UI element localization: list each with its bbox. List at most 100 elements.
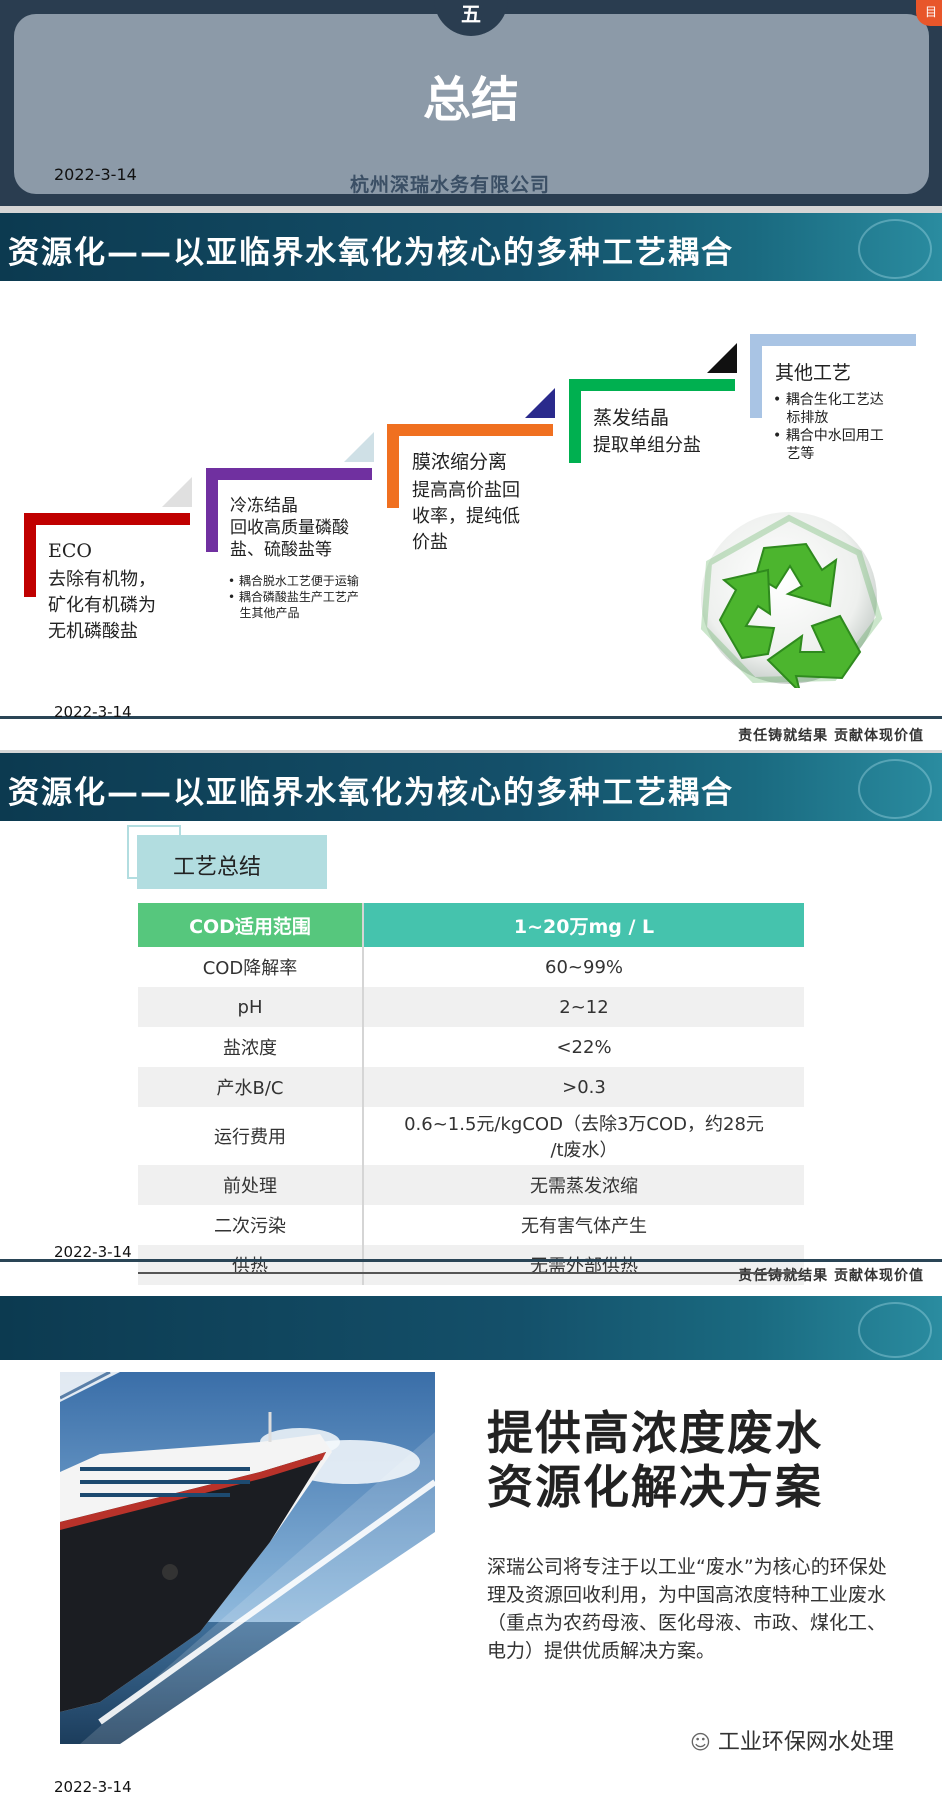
- step-text-line: 矿化有机磷为: [48, 595, 156, 616]
- step-triangle-icon: [707, 343, 737, 373]
- footer-slogan: 责任铸就结果 贡献体现价值: [738, 1268, 924, 1284]
- step-text-line: 收率，提纯低: [412, 506, 520, 527]
- slide-date: 2022-3-14: [54, 1243, 132, 1261]
- table-cell: 0.6~1.5元/kgCOD（去除3万COD，约28元/t废水）: [363, 1107, 804, 1165]
- table-cell: 2~12: [363, 987, 804, 1027]
- wechat-icon: ☺: [690, 1730, 711, 1754]
- summary-table: COD适用范围 1~20万mg / L COD降解率 60~99% pH 2~1…: [138, 903, 804, 1285]
- table-bottom-border: [138, 1272, 804, 1274]
- step-membrane-title: 膜浓缩分离: [412, 451, 508, 473]
- step-bar: [206, 468, 372, 480]
- table-row: 运行费用 0.6~1.5元/kgCOD（去除3万COD，约28元/t废水）: [138, 1107, 804, 1165]
- slide-date: 2022-3-14: [54, 165, 137, 184]
- step-freeze-bullets: • 耦合脱水工艺便于运输 • 耦合磷酸盐生产工艺产 生其他产品: [228, 574, 359, 620]
- section-number: 五: [461, 2, 481, 26]
- slide-title: 总结: [422, 72, 519, 128]
- step-text-line: 提取单组分盐: [593, 435, 701, 456]
- step-freeze-title: 冷冻结晶: [230, 496, 298, 516]
- bullet-item: 生其他产品: [239, 606, 300, 620]
- step-bar: [24, 513, 190, 525]
- table-cell: 无有害气体产生: [521, 1216, 647, 1237]
- bullet-item: 耦合磷酸盐生产工艺产: [238, 590, 359, 604]
- table-header-cell: COD适用范围: [138, 903, 364, 947]
- step-bar-vertical: [750, 334, 762, 418]
- step-text-line: 回收高质量磷酸: [230, 518, 349, 538]
- solution-title-line: 提供高浓度废水: [487, 1406, 823, 1460]
- slide-header-title: 资源化——以亚临界水氧化为核心的多种工艺耦合: [8, 775, 734, 811]
- table-row: 供热 无需外部供热: [138, 1245, 804, 1285]
- table-cell-line: /t废水）: [550, 1140, 618, 1161]
- slide-header: [0, 1296, 942, 1360]
- bullet-item: 艺等: [786, 446, 815, 462]
- slide-process-coupling: 资源化——以亚临界水氧化为核心的多种工艺耦合 ECO 去除有机物， 矿化有机磷为…: [0, 213, 942, 750]
- footer-line: [0, 1259, 942, 1262]
- step-text-line: 提高高价盐回: [412, 480, 520, 501]
- table-cell-line: 0.6~1.5元/kgCOD（去除3万COD，约28元: [404, 1114, 764, 1135]
- table-cell: COD降解率: [138, 947, 364, 987]
- table-row: 二次污染 无有害气体产生: [138, 1205, 804, 1245]
- step-bar: [569, 379, 735, 391]
- step-bar-vertical: [387, 424, 399, 508]
- step-bar-vertical: [569, 379, 581, 463]
- table-cell: 盐浓度: [138, 1027, 364, 1067]
- slide-date: 2022-3-14: [54, 703, 132, 721]
- header-decoration: [858, 759, 932, 819]
- table-cell: 前处理: [138, 1165, 364, 1205]
- slide-header-title: 资源化——以亚临界水氧化为核心的多种工艺耦合: [8, 235, 734, 271]
- step-text-line: 无机磷酸盐: [48, 621, 138, 642]
- slide-separator: [0, 206, 942, 213]
- step-other-bullets: • 耦合生化工艺达 标排放 • 耦合中水回用工 艺等: [773, 392, 884, 462]
- table-row: 盐浓度 <22%: [138, 1027, 804, 1067]
- watermark-text: 工业环保网水处理: [717, 1730, 894, 1755]
- solution-title: 提供高浓度废水 资源化解决方案: [487, 1406, 823, 1514]
- header-decoration: [858, 1302, 932, 1358]
- table-cell: 无需蒸发浓缩: [363, 1165, 804, 1205]
- slide-solutions: 提供高浓度废水 资源化解决方案 深瑞公司将专注于以工业“废水”为核心的环保处理及…: [0, 1296, 942, 1795]
- step-membrane-text: 提高高价盐回 收率，提纯低 价盐: [412, 478, 520, 556]
- step-text-line: 盐、硫酸盐等: [230, 540, 332, 560]
- section-tag: 工艺总结: [127, 825, 327, 889]
- table-cell: 二次污染: [138, 1205, 364, 1245]
- slide-summary-cover: 五 总结 2022-3-14 杭州深瑞水务有限公司 目: [0, 0, 942, 210]
- table-header-row: COD适用范围 1~20万mg / L: [138, 903, 804, 947]
- solution-title-line: 资源化解决方案: [487, 1460, 823, 1514]
- slide-process-summary-table: 资源化——以亚临界水氧化为核心的多种工艺耦合 工艺总结 COD适用范围 1~20…: [0, 753, 942, 1293]
- step-bar-vertical: [206, 468, 218, 552]
- step-eco-title: ECO: [48, 540, 92, 562]
- step-eco-text: 去除有机物， 矿化有机磷为 无机磷酸盐: [48, 567, 156, 645]
- table-row: 前处理 无需蒸发浓缩: [138, 1165, 804, 1205]
- step-bar: [750, 334, 916, 346]
- footer-line: [0, 716, 942, 719]
- bullet-item: 耦合脱水工艺便于运输: [238, 574, 359, 588]
- slide-header: 资源化——以亚临界水氧化为核心的多种工艺耦合: [0, 213, 942, 281]
- step-triangle-icon: [344, 432, 374, 462]
- step-bar: [387, 424, 553, 436]
- table-row: pH 2~12: [138, 987, 804, 1027]
- bullet-item: 耦合生化工艺达: [785, 392, 884, 408]
- slide-header: 资源化——以亚临界水氧化为核心的多种工艺耦合: [0, 753, 942, 821]
- table-header-cell: 1~20万mg / L: [363, 903, 804, 947]
- corner-badge-icon[interactable]: 目: [916, 0, 942, 26]
- slide-date: 2022-3-14: [54, 1778, 132, 1795]
- footer-slogan: 责任铸就结果 贡献体现价值: [738, 728, 924, 744]
- table-cell: 供热: [138, 1245, 364, 1285]
- table-cell: 60~99%: [545, 956, 623, 978]
- cruise-ship-image: [60, 1372, 435, 1744]
- table-cell: <22%: [556, 1036, 612, 1058]
- bullet-item: 耦合中水回用工: [785, 428, 884, 444]
- recycle-icon: [700, 512, 883, 688]
- table-row: COD降解率 60~99%: [138, 947, 804, 987]
- section-tag-label: 工艺总结: [173, 855, 262, 880]
- step-text-line: 去除有机物，: [48, 569, 156, 590]
- table-cell: pH: [138, 987, 364, 1027]
- step-triangle-icon: [162, 477, 192, 507]
- step-other-title: 其他工艺: [775, 362, 852, 384]
- step-triangle-icon: [525, 388, 555, 418]
- solution-description: 深瑞公司将专注于以工业“废水”为核心的环保处理及资源回收利用，为中国高浓度特种工…: [487, 1556, 887, 1662]
- header-decoration: [858, 219, 932, 279]
- step-text-line: 价盐: [412, 532, 448, 553]
- company-name: 杭州深瑞水务有限公司: [350, 174, 551, 196]
- step-evaporation-title: 蒸发结晶: [593, 407, 670, 429]
- watermark: ☺ 工业环保网水处理: [690, 1724, 894, 1756]
- table-cell: 产水B/C: [138, 1067, 364, 1107]
